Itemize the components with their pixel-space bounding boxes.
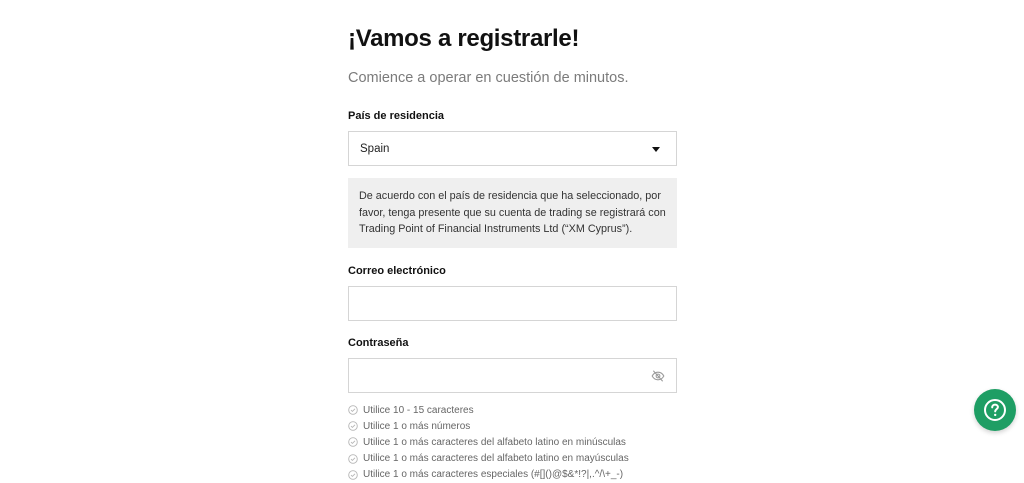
jurisdiction-notice: De acuerdo con el país de residencia que… [348,178,677,248]
password-rule: Utilice 1 o más caracteres especiales (#… [348,467,677,483]
circle-check-icon [348,470,358,480]
email-field-wrapper [348,286,677,321]
caret-down-icon [652,147,660,152]
eye-off-icon[interactable] [651,369,665,383]
email-label: Correo electrónico [348,265,446,277]
password-rule-text: Utilice 1 o más números [363,420,471,432]
page-subtitle: Comience a operar en cuestión de minutos… [348,70,629,86]
password-rule-text: Utilice 10 - 15 caracteres [363,404,474,416]
password-field-wrapper [348,358,677,393]
country-select[interactable]: Spain [348,131,677,166]
circle-check-icon [348,421,358,432]
circle-check-icon [348,405,358,415]
country-label: País de residencia [348,110,444,122]
password-rules: Utilice 10 - 15 caracteres Utilice 1 o m… [348,402,677,483]
password-rule: Utilice 10 - 15 caracteres [348,402,677,418]
password-rule-text: Utilice 1 o más caracteres del alfabeto … [363,436,626,448]
email-field[interactable] [349,287,676,320]
password-label: Contraseña [348,337,409,349]
question-circle-icon [984,399,1006,421]
help-button[interactable] [974,389,1016,431]
registration-form: ¡Vamos a registrarle! Comience a operar … [348,24,677,483]
password-rule: Utilice 1 o más caracteres del alfabeto … [348,434,677,450]
circle-check-icon [348,437,358,448]
password-rule-text: Utilice 1 o más caracteres del alfabeto … [363,453,629,465]
page-title: ¡Vamos a registrarle! [348,25,580,52]
password-rule-text: Utilice 1 o más caracteres especiales (#… [363,469,624,481]
country-select-value: Spain [360,142,390,155]
password-rule: Utilice 1 o más caracteres del alfabeto … [348,451,677,467]
password-rule: Utilice 1 o más números [348,418,677,434]
password-field[interactable] [349,359,676,392]
circle-check-icon [348,453,358,464]
